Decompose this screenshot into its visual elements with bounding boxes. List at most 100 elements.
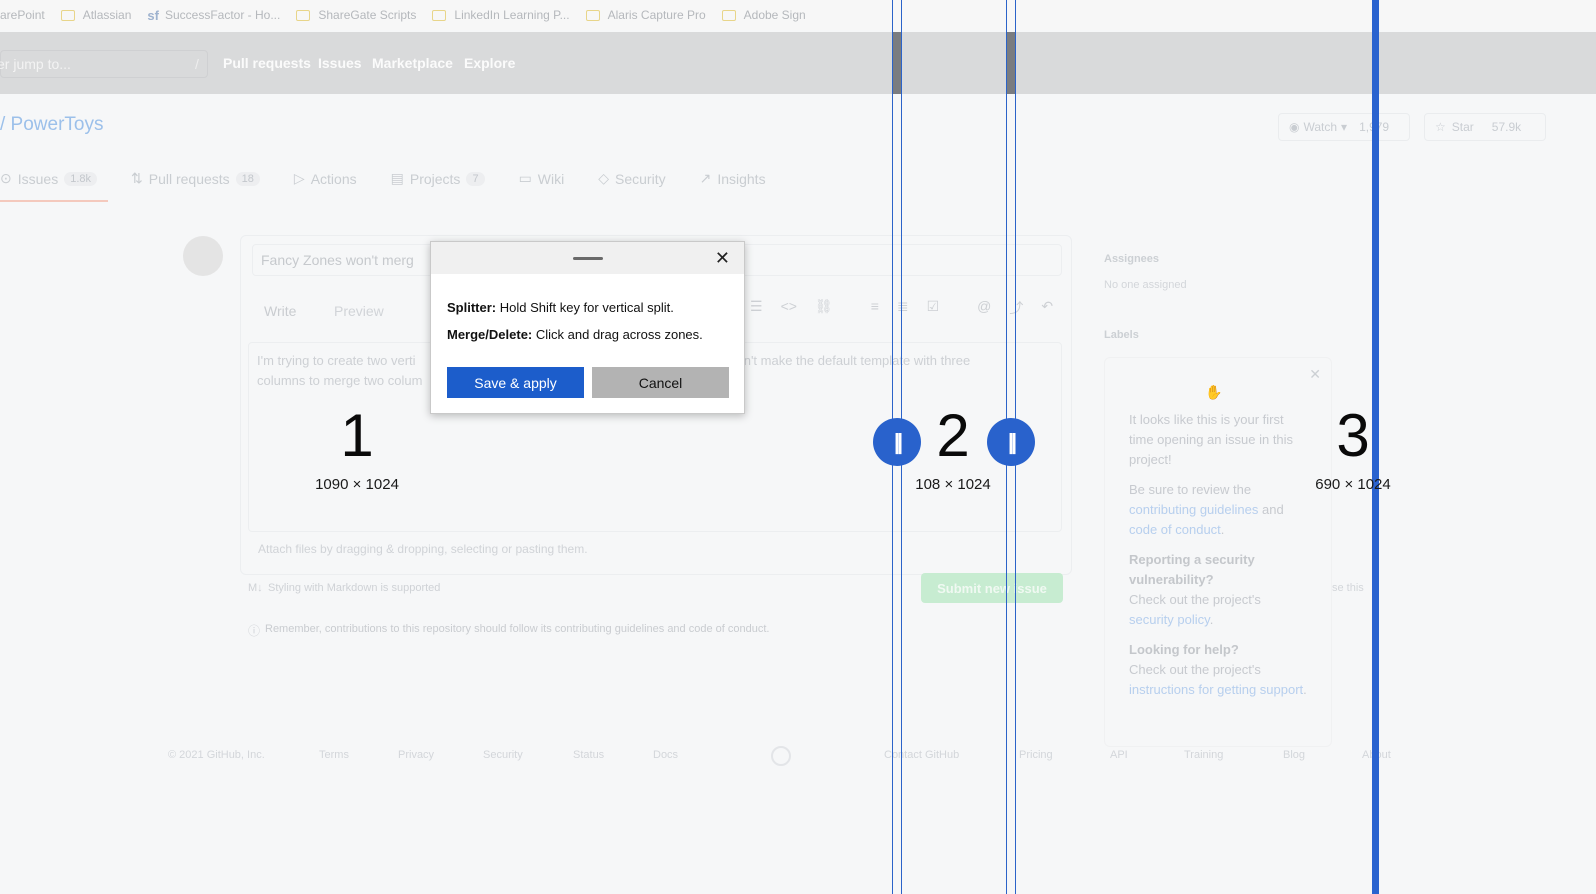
body-text: I'm trying to create two verti — [257, 353, 416, 368]
zone-editor-dialog: ✕ Splitter: Hold Shift key for vertical … — [430, 241, 745, 414]
splitter-handle[interactable]: || — [987, 418, 1035, 466]
search-input[interactable]: er jump to... / — [0, 50, 208, 78]
heading-icon[interactable]: ☰ — [750, 298, 763, 318]
assignees-heading[interactable]: Assignees — [1104, 253, 1159, 265]
bookmark-label: LinkedIn Learning P... — [454, 8, 570, 22]
star-icon: ☆ — [1435, 120, 1446, 134]
merge-label: Merge/Delete: — [447, 327, 533, 342]
merge-instruction: Merge/Delete: Click and drag across zone… — [447, 327, 703, 342]
bookmark-item[interactable]: LinkedIn Learning P... — [432, 8, 570, 22]
tab-count: 1.8k — [64, 171, 97, 186]
tab-pull-requests[interactable]: ⇅ Pull requests 18 — [131, 170, 260, 187]
bookmark-item[interactable]: ShareGate Scripts — [296, 8, 416, 22]
tip-text: Be sure to review the — [1129, 482, 1252, 497]
footer-link[interactable]: Security — [483, 749, 523, 761]
chevron-down-icon: ▾ — [1341, 120, 1348, 134]
undo-icon[interactable]: ↶ — [1041, 298, 1053, 318]
bookmark-item[interactable]: Atlassian — [60, 8, 131, 22]
zone-3-number: 3 — [1336, 402, 1370, 469]
tab-count: 18 — [235, 171, 260, 186]
site-header: er jump to... / Pull requests Issues Mar… — [0, 32, 1596, 94]
write-tab[interactable]: Write — [264, 303, 296, 319]
reference-icon[interactable]: ⤴ — [1009, 298, 1023, 318]
attach-files-hint[interactable]: Attach files by dragging & dropping, sel… — [258, 542, 588, 556]
drag-grip-icon — [573, 257, 603, 260]
close-icon[interactable]: ✕ — [715, 247, 730, 269]
zone-3-dimensions: 690 × 1024 — [1315, 476, 1391, 493]
cancel-button[interactable]: Cancel — [592, 367, 729, 398]
bookmark-label: arePoint — [0, 8, 45, 22]
close-icon[interactable]: ✕ — [1309, 364, 1321, 384]
list-icon[interactable]: ≡ — [871, 298, 879, 318]
folder-icon — [296, 9, 311, 21]
tab-label: Insights — [717, 170, 766, 187]
code-icon[interactable]: <> — [781, 298, 797, 318]
preview-tab[interactable]: Preview — [334, 303, 384, 319]
footer-copyright: © 2021 GitHub, Inc. — [168, 749, 265, 761]
splitter-header-segment — [1007, 32, 1015, 94]
numbered-list-icon[interactable]: ≣ — [897, 298, 909, 318]
bookmark-label: Adobe Sign — [743, 8, 806, 22]
footer-link[interactable]: Contact GitHub — [884, 749, 959, 761]
nav-issues[interactable]: Issues — [318, 55, 362, 71]
splitter-handle[interactable]: || — [873, 418, 921, 466]
tip-text: and — [1262, 502, 1284, 517]
nav-explore[interactable]: Explore — [464, 55, 515, 71]
link-icon[interactable]: ⛓ — [815, 298, 833, 318]
task-list-icon[interactable]: ☑ — [927, 298, 940, 318]
code-of-conduct-link[interactable]: code of conduct — [1129, 522, 1221, 537]
footer-link[interactable]: API — [1110, 749, 1128, 761]
search-placeholder: er jump to... — [0, 56, 71, 72]
bookmark-label: Alaris Capture Pro — [607, 8, 706, 22]
footer-link[interactable]: Docs — [653, 749, 678, 761]
contributing-guidelines-link[interactable]: contributing guidelines — [1129, 502, 1258, 517]
tab-insights[interactable]: ↗ Insights — [700, 170, 766, 187]
tab-security[interactable]: ◇ Security — [598, 170, 665, 187]
bookmark-item[interactable]: arePoint — [0, 8, 45, 22]
bookmark-item[interactable]: Alaris Capture Pro — [585, 8, 706, 22]
splitter-header-segment — [893, 32, 901, 94]
tab-label: Security — [615, 170, 666, 187]
shield-icon: ◇ — [598, 170, 610, 186]
tab-projects[interactable]: ▤ Projects 7 — [391, 170, 485, 187]
repo-tabs: ⊙ Issues 1.8k ⇅ Pull requests 18 ▷ Actions ▤ P… — [0, 170, 800, 187]
splitter-text: Hold Shift key for vertical split. — [496, 300, 674, 315]
watch-button[interactable]: ◉ Watch ▾ 1,979 — [1278, 113, 1410, 141]
nav-pull-requests[interactable]: Pull requests — [223, 55, 311, 71]
tab-label: Issues — [17, 170, 59, 187]
save-apply-button[interactable]: Save & apply — [447, 367, 584, 398]
submit-issue-button[interactable]: Submit new issue — [921, 573, 1063, 603]
footer-link[interactable]: Terms — [319, 749, 349, 761]
footer-link[interactable]: Pricing — [1019, 749, 1053, 761]
side-note: se this — [1332, 582, 1364, 594]
star-label: Star — [1451, 120, 1474, 134]
tab-wiki[interactable]: ▭ Wiki — [519, 170, 565, 187]
bookmark-item[interactable]: Adobe Sign — [721, 8, 806, 22]
labels-heading[interactable]: Labels — [1104, 329, 1139, 341]
active-tab-indicator — [0, 200, 108, 202]
repo-title[interactable]: / PowerToys — [0, 114, 103, 136]
footer-link[interactable]: Blog — [1283, 749, 1305, 761]
footer-link[interactable]: Status — [573, 749, 604, 761]
support-instructions-link[interactable]: instructions for getting support — [1129, 682, 1303, 697]
tip-text: Check out the project's — [1129, 592, 1261, 607]
folder-icon — [432, 9, 447, 21]
markdown-note[interactable]: Styling with Markdown is supported — [268, 582, 440, 594]
footer-link[interactable]: Training — [1184, 749, 1223, 761]
body-text: t I can't make the default template with… — [715, 353, 971, 368]
footer-link[interactable]: Privacy — [398, 749, 434, 761]
nav-marketplace[interactable]: Marketplace — [372, 55, 453, 71]
splitter-instruction: Splitter: Hold Shift key for vertical sp… — [447, 300, 674, 315]
issue-icon: ⊙ — [0, 170, 12, 186]
bookmark-item[interactable]: sf SuccessFactor - Ho... — [147, 8, 280, 23]
splitter-label: Splitter: — [447, 300, 497, 315]
security-policy-link[interactable]: security policy — [1129, 612, 1210, 627]
dialog-drag-bar[interactable]: ✕ — [431, 242, 744, 274]
tab-issues[interactable]: ⊙ Issues 1.8k — [0, 170, 97, 187]
mention-icon[interactable]: @ — [977, 298, 991, 318]
tab-label: Projects — [409, 170, 461, 187]
wave-icon: ✋ — [1205, 384, 1223, 400]
tab-actions[interactable]: ▷ Actions — [294, 170, 357, 187]
star-button[interactable]: ☆ Star 57.9k — [1424, 113, 1546, 141]
tip-text: It looks like this is your first time op… — [1129, 412, 1294, 467]
